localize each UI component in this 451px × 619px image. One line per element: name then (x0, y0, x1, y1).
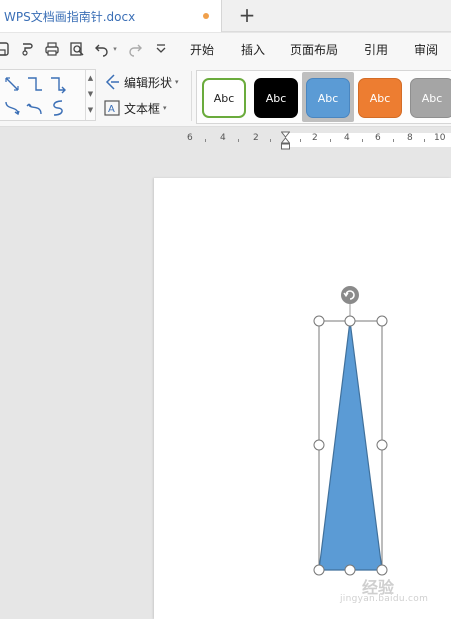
format-painter-icon[interactable] (19, 41, 35, 57)
ruler-label: 6 (187, 133, 193, 143)
horizontal-ruler[interactable]: 6 4 2 2 4 6 8 10 (0, 131, 451, 151)
menu-insert[interactable]: 插入 (241, 41, 265, 58)
ruler-label: 4 (344, 133, 350, 143)
style-option[interactable]: Abc (254, 78, 298, 118)
new-tab-button[interactable]: + (236, 4, 258, 26)
resize-handle[interactable] (313, 439, 325, 451)
menu-page-layout[interactable]: 页面布局 (290, 41, 338, 58)
ruler-tick (362, 139, 363, 142)
ruler-label: 2 (253, 133, 259, 143)
undo-dropdown-icon[interactable]: ▾ (111, 41, 119, 57)
ruler-tick (205, 139, 206, 142)
menu-home[interactable]: 开始 (190, 41, 214, 58)
print-preview-icon[interactable] (69, 41, 85, 57)
text-box-icon: A (104, 100, 120, 116)
rotate-handle-icon[interactable] (341, 286, 359, 304)
menu-bar: ▾ 开始 插入 页面布局 引用 审阅 (0, 33, 451, 65)
elbow-connector-icon[interactable] (25, 74, 45, 94)
customize-icon[interactable] (153, 41, 169, 57)
style-option-label: Abc (369, 91, 391, 105)
style-option-label: Abc (213, 91, 235, 105)
style-option[interactable]: Abc (306, 78, 350, 118)
ruler-tick (270, 139, 271, 142)
ruler-tick (424, 139, 425, 142)
gallery-scroll[interactable]: ▲ ▼ ▼ (85, 70, 95, 120)
ruler-tick (238, 139, 239, 142)
tab-bar: WPS文档画指南针.docx + (0, 0, 451, 32)
s-curve-icon[interactable] (48, 98, 68, 118)
redo-icon[interactable] (127, 41, 143, 57)
edit-shape-label: 编辑形状 (124, 75, 173, 90)
indent-marker-icon[interactable] (281, 131, 290, 151)
edit-shape-icon (105, 74, 119, 90)
chevron-down-icon: ▾ (175, 78, 179, 86)
chevron-down-icon: ▾ (163, 104, 167, 112)
resize-handle[interactable] (313, 564, 325, 576)
menu-references[interactable]: 引用 (364, 41, 388, 58)
save-icon[interactable] (0, 41, 10, 57)
resize-handle[interactable] (376, 315, 388, 327)
elbow-arrow-icon[interactable] (48, 74, 68, 94)
document-tab[interactable]: WPS文档画指南针.docx (0, 0, 222, 32)
unsaved-indicator-icon (203, 13, 209, 19)
watermark-url: jingyan.baidu.com (340, 594, 429, 604)
style-option-label: Abc (265, 91, 287, 105)
resize-handle[interactable] (376, 439, 388, 451)
edit-shape-button[interactable]: 编辑形状 ▾ (103, 72, 179, 92)
selected-shape[interactable] (300, 283, 400, 583)
text-box-label: 文本框 (124, 101, 161, 116)
curved-arrow-icon[interactable] (25, 98, 45, 118)
ruler-label: 2 (312, 133, 318, 143)
style-option[interactable]: Abc (202, 78, 246, 118)
style-option[interactable]: Abc (410, 78, 451, 118)
resize-handle[interactable] (344, 315, 356, 327)
text-box-button[interactable]: A 文本框 ▾ (103, 98, 167, 118)
svg-text:A: A (108, 104, 115, 115)
ruler-label: 4 (220, 133, 226, 143)
style-option[interactable]: Abc (358, 78, 402, 118)
triangle-shape[interactable] (318, 320, 383, 571)
ruler-tick (330, 139, 331, 142)
ruler-text-area (285, 133, 451, 147)
document-tab-title: WPS文档画指南针.docx (4, 10, 136, 24)
expand-gallery-icon[interactable]: ▼ (86, 102, 95, 118)
ribbon: ▲ ▼ ▼ 编辑形状 ▾ A 文本框 ▾ Abc Abc Abc Abc Abc (0, 65, 451, 127)
ruler-label: 10 (434, 133, 446, 143)
print-icon[interactable] (44, 41, 60, 57)
scroll-up-icon[interactable]: ▲ (86, 70, 95, 86)
ruler-label: 8 (407, 133, 413, 143)
curved-connector-icon[interactable] (2, 98, 22, 118)
resize-handle[interactable] (313, 315, 325, 327)
style-option-label: Abc (317, 91, 339, 105)
watermark: 经验 jingyan.baidu.com (338, 574, 430, 608)
ruler-tick (300, 139, 301, 142)
undo-icon[interactable] (94, 41, 110, 57)
ruler-label: 6 (375, 133, 381, 143)
line-connector-icon[interactable] (2, 74, 22, 94)
style-option-label: Abc (421, 91, 443, 105)
shape-gallery: ▲ ▼ ▼ (0, 69, 96, 121)
shape-style-gallery: Abc Abc Abc Abc Abc (196, 70, 451, 124)
scroll-down-icon[interactable]: ▼ (86, 86, 95, 102)
ruler-tick (393, 139, 394, 142)
menu-review[interactable]: 审阅 (414, 41, 438, 58)
ribbon-separator (191, 71, 192, 121)
